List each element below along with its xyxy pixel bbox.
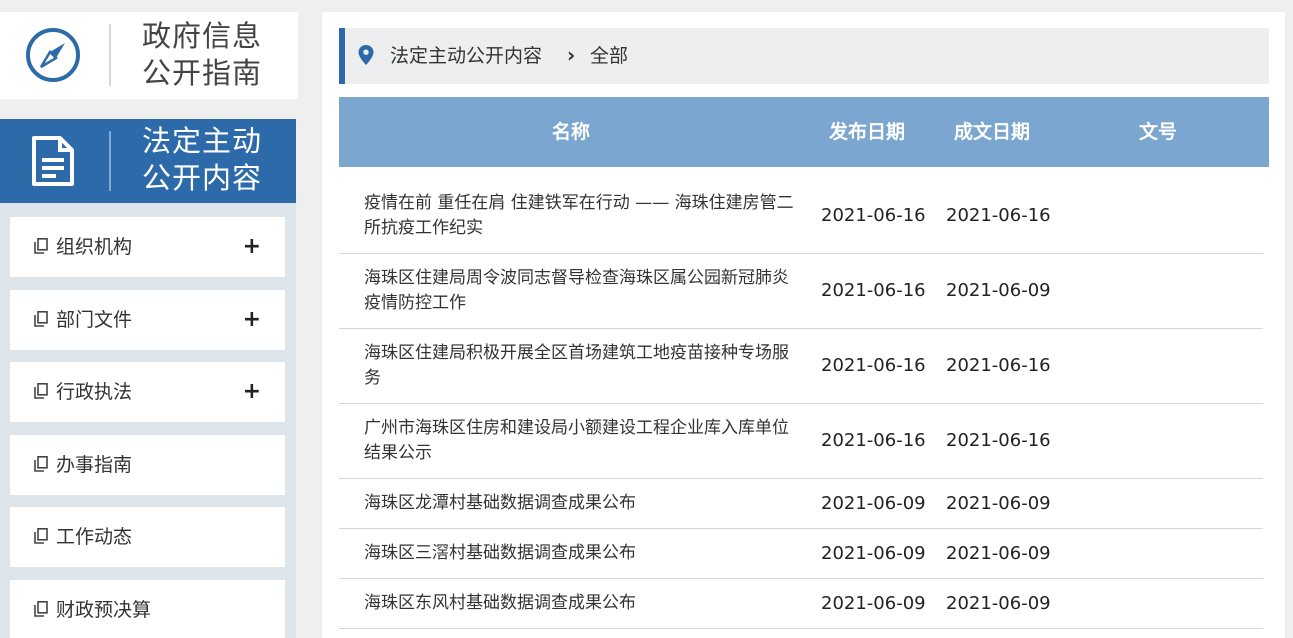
breadcrumb-link[interactable]: 法定主动公开内容 bbox=[390, 28, 542, 84]
row-doc-date: 2021-06-09 bbox=[946, 280, 1051, 301]
row-publish-date: 2021-06-09 bbox=[821, 593, 926, 614]
guide-title: 政府信息公开指南 bbox=[142, 19, 263, 90]
sidebar-item-label: 部门文件 bbox=[56, 309, 133, 331]
row-doc-date: 2021-06-09 bbox=[946, 493, 1051, 514]
row-title-link[interactable]: 海珠区龙潭村基础数据调查成果公布 bbox=[364, 491, 804, 516]
copy-doc-icon bbox=[34, 311, 48, 327]
copy-doc-icon bbox=[34, 456, 48, 472]
expand-plus-icon[interactable]: + bbox=[243, 290, 261, 350]
sidebar-item-label: 财政预决算 bbox=[56, 599, 152, 621]
sidebar-item-label: 工作动态 bbox=[56, 526, 133, 548]
sidebar-menu: 组织机构 + 部门文件 + 行政执法 + 办事指南 工作动态 财政预决算 bbox=[0, 203, 296, 638]
table-row[interactable]: 海珠区三滘村基础数据调查成果公布 2021-06-09 2021-06-09 bbox=[339, 529, 1263, 579]
guide-card[interactable]: 政府信息公开指南 bbox=[0, 12, 298, 99]
sidebar-item-enforcement[interactable]: 行政执法 + bbox=[10, 362, 285, 422]
row-title-link[interactable]: 疫情在前 重任在肩 住建铁军在行动 —— 海珠住建房管二所抗疫工作纪实 bbox=[364, 191, 804, 241]
document-table: 名称 发布日期 成文日期 文号 疫情在前 重任在肩 住建铁军在行动 —— 海珠住… bbox=[339, 97, 1269, 629]
chevron-right-icon: › bbox=[567, 43, 576, 67]
column-header-doc-no: 文号 bbox=[1139, 121, 1178, 143]
breadcrumb-current: 全部 bbox=[590, 45, 629, 67]
row-publish-date: 2021-06-16 bbox=[821, 205, 926, 226]
row-title-link[interactable]: 海珠区住建局积极开展全区首场建筑工地疫苗接种专场服务 bbox=[364, 341, 804, 391]
main-content: 法定主动公开内容 › 全部 名称 发布日期 成文日期 文号 疫情在前 重任在肩 … bbox=[322, 12, 1285, 638]
sidebar-item-label: 办事指南 bbox=[56, 454, 133, 476]
copy-doc-icon bbox=[34, 238, 48, 254]
active-section-card[interactable]: 法定主动公开内容 bbox=[0, 119, 296, 203]
column-header-doc-date: 成文日期 bbox=[954, 121, 1031, 143]
location-pin-icon bbox=[358, 45, 374, 65]
row-publish-date: 2021-06-16 bbox=[821, 280, 926, 301]
row-doc-date: 2021-06-09 bbox=[946, 593, 1051, 614]
column-header-name: 名称 bbox=[552, 121, 591, 143]
row-title-link[interactable]: 海珠区东风村基础数据调查成果公布 bbox=[364, 591, 804, 616]
expand-plus-icon[interactable]: + bbox=[243, 362, 261, 422]
table-row[interactable]: 广州市海珠区住房和建设局小额建设工程企业库入库单位结果公示 2021-06-16… bbox=[339, 404, 1263, 479]
table-row[interactable]: 海珠区东风村基础数据调查成果公布 2021-06-09 2021-06-09 bbox=[339, 579, 1263, 629]
sidebar-item-org[interactable]: 组织机构 + bbox=[10, 217, 285, 277]
row-title-link[interactable]: 海珠区三滘村基础数据调查成果公布 bbox=[364, 541, 804, 566]
table-header: 名称 发布日期 成文日期 文号 bbox=[339, 97, 1269, 167]
sidebar-item-dept-files[interactable]: 部门文件 + bbox=[10, 290, 285, 350]
column-header-publish-date: 发布日期 bbox=[829, 121, 906, 143]
table-row[interactable]: 海珠区龙潭村基础数据调查成果公布 2021-06-09 2021-06-09 bbox=[339, 479, 1263, 529]
sidebar-item-label: 组织机构 bbox=[56, 236, 133, 258]
row-doc-date: 2021-06-16 bbox=[946, 355, 1051, 376]
sidebar-item-budget[interactable]: 财政预决算 bbox=[10, 580, 285, 638]
row-publish-date: 2021-06-09 bbox=[821, 493, 926, 514]
document-icon bbox=[32, 136, 74, 186]
row-publish-date: 2021-06-09 bbox=[821, 543, 926, 564]
row-doc-date: 2021-06-16 bbox=[946, 430, 1051, 451]
row-publish-date: 2021-06-16 bbox=[821, 355, 926, 376]
sidebar: 政府信息公开指南 法定主动公开内容 组织机构 + 部门文件 + 行政执法 + 办… bbox=[0, 12, 298, 638]
copy-doc-icon bbox=[34, 383, 48, 399]
row-title-link[interactable]: 海珠区住建局周令波同志督导检查海珠区属公园新冠肺炎疫情防控工作 bbox=[364, 266, 804, 316]
row-title-link[interactable]: 广州市海珠区住房和建设局小额建设工程企业库入库单位结果公示 bbox=[364, 416, 804, 466]
divider bbox=[109, 24, 111, 86]
row-publish-date: 2021-06-16 bbox=[821, 430, 926, 451]
active-section-title: 法定主动公开内容 bbox=[142, 124, 263, 195]
table-row[interactable]: 海珠区住建局周令波同志督导检查海珠区属公园新冠肺炎疫情防控工作 2021-06-… bbox=[339, 254, 1263, 329]
compass-icon bbox=[26, 28, 80, 82]
table-spacer bbox=[339, 167, 1269, 179]
row-doc-date: 2021-06-09 bbox=[946, 543, 1051, 564]
sidebar-item-service-guide[interactable]: 办事指南 bbox=[10, 435, 285, 495]
divider bbox=[109, 131, 111, 191]
copy-doc-icon bbox=[34, 601, 48, 617]
expand-plus-icon[interactable]: + bbox=[243, 217, 261, 277]
breadcrumb: 法定主动公开内容 › 全部 bbox=[339, 28, 1269, 84]
table-row[interactable]: 海珠区住建局积极开展全区首场建筑工地疫苗接种专场服务 2021-06-16 20… bbox=[339, 329, 1263, 404]
row-doc-date: 2021-06-16 bbox=[946, 205, 1051, 226]
table-row[interactable]: 疫情在前 重任在肩 住建铁军在行动 —— 海珠住建房管二所抗疫工作纪实 2021… bbox=[339, 179, 1263, 254]
sidebar-item-label: 行政执法 bbox=[56, 381, 133, 403]
copy-doc-icon bbox=[34, 528, 48, 544]
sidebar-item-work-news[interactable]: 工作动态 bbox=[10, 507, 285, 567]
